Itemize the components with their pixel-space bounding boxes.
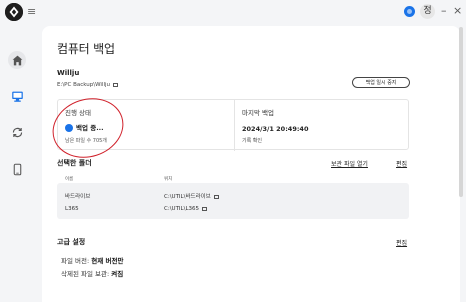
pause-backup-button[interactable]: 백업 일시 중지: [352, 77, 410, 88]
title-bar: ≡ 정 – ×: [0, 0, 466, 26]
avatar[interactable]: 정: [420, 4, 435, 19]
file-version-value: 현재 버전만: [91, 257, 124, 265]
minimize-button[interactable]: –: [441, 3, 447, 19]
history-link[interactable]: 기록 확인: [242, 137, 262, 144]
close-button[interactable]: ×: [453, 3, 462, 19]
deleted-files-setting: 삭제된 파일 보관: 켜짐: [61, 268, 123, 278]
advanced-settings-title: 고급 설정: [57, 238, 86, 246]
edit-folders-link[interactable]: 편집: [396, 159, 407, 168]
sidebar-item-backup[interactable]: [8, 87, 26, 105]
scrollbar[interactable]: [459, 27, 463, 197]
table-row-location: C:\UTIL\L365: [164, 206, 207, 212]
phone-icon: [13, 163, 21, 175]
main-panel: 컴퓨터 백업 Willju E:\PC Backup\Willju 백업 일시 …: [42, 26, 460, 302]
home-icon: [12, 55, 22, 65]
device-name: Willju: [57, 69, 80, 77]
sidebar-item-home[interactable]: [8, 51, 26, 69]
monitor-icon: [11, 91, 23, 102]
open-folder-icon[interactable]: [213, 194, 219, 199]
sidebar: [0, 26, 34, 302]
deleted-files-label: 삭제된 파일 보관:: [61, 270, 110, 278]
location-text: C:\UTIL\L365: [164, 206, 200, 212]
divider: [234, 100, 235, 151]
deleted-files-value: 켜짐: [111, 270, 124, 278]
open-archive-link[interactable]: 보관 파일 열기: [331, 159, 368, 168]
column-header-location: 위치: [164, 177, 173, 182]
app-logo-icon[interactable]: [5, 3, 23, 21]
table-row-location: C:\UTIL\바드라이브: [164, 192, 219, 200]
last-backup-label: 마지막 백업: [242, 109, 274, 117]
folder-table: 바드라이브 C:\UTIL\바드라이브 L365 C:\UTIL\L365: [57, 183, 409, 219]
column-header-name: 이름: [65, 177, 74, 182]
open-folder-icon[interactable]: [201, 206, 207, 211]
table-row-name: L365: [65, 206, 79, 212]
edit-advanced-link[interactable]: 편집: [396, 238, 407, 247]
sync-icon: [12, 127, 22, 137]
file-version-setting: 파일 버전: 현재 버전만: [61, 255, 123, 265]
device-path-text: E:\PC Backup\Willju: [57, 82, 111, 88]
sidebar-item-phone[interactable]: [8, 160, 26, 178]
sidebar-item-sync[interactable]: [8, 123, 26, 141]
sync-status-icon[interactable]: [404, 6, 415, 17]
page-title: 컴퓨터 백업: [57, 42, 115, 56]
table-row-name: 바드라이브: [65, 194, 91, 200]
location-text: C:\UTIL\바드라이브: [164, 194, 211, 200]
selected-folders-title: 선택한 폴더: [57, 159, 92, 167]
device-path: E:\PC Backup\Willju: [57, 82, 118, 88]
hamburger-menu-icon[interactable]: ≡: [27, 5, 36, 19]
open-folder-icon[interactable]: [112, 82, 118, 87]
file-version-label: 파일 버전:: [61, 257, 90, 265]
last-backup-date: 2024/3/1 20:49:40: [242, 125, 309, 133]
